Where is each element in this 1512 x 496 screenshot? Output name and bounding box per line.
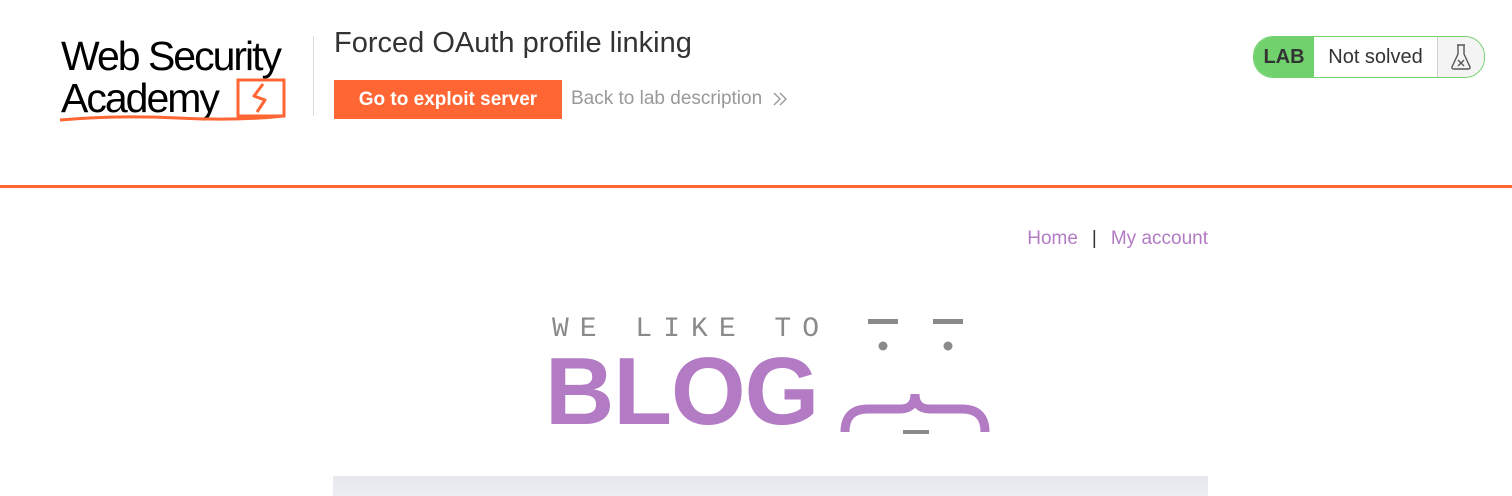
go-to-exploit-server-button[interactable]: Go to exploit server [334,80,562,119]
top-navigation: Home | My account [1027,228,1208,250]
logo-line-1: Web Security [61,33,282,79]
blog-word: BLOG [545,338,819,445]
lab-header: Web Security Academy Forced OAuth profil… [0,0,1512,186]
logo-mark-icon [59,78,286,122]
lab-status-widget: LAB Not solved [1253,36,1485,78]
blog-hero-image [333,476,1208,496]
lab-title: Forced OAuth profile linking [334,27,692,59]
double-chevron-right-icon [773,92,788,106]
nav-home-link[interactable]: Home [1027,228,1078,250]
lab-status-text: Not solved [1314,37,1438,77]
back-to-lab-description-link[interactable]: Back to lab description [571,88,788,110]
logo-divider [313,36,314,116]
web-security-academy-logo[interactable]: Web Security Academy [58,34,310,126]
lab-tag: LAB [1254,37,1314,77]
blog-face-icon [840,319,990,434]
back-link-label: Back to lab description [571,88,763,109]
blog-logo: WE LIKE TO BLOG [540,306,1000,446]
flask-icon [1438,37,1484,77]
header-divider [0,185,1512,188]
nav-my-account-link[interactable]: My account [1111,228,1208,250]
nav-separator: | [1091,228,1097,249]
